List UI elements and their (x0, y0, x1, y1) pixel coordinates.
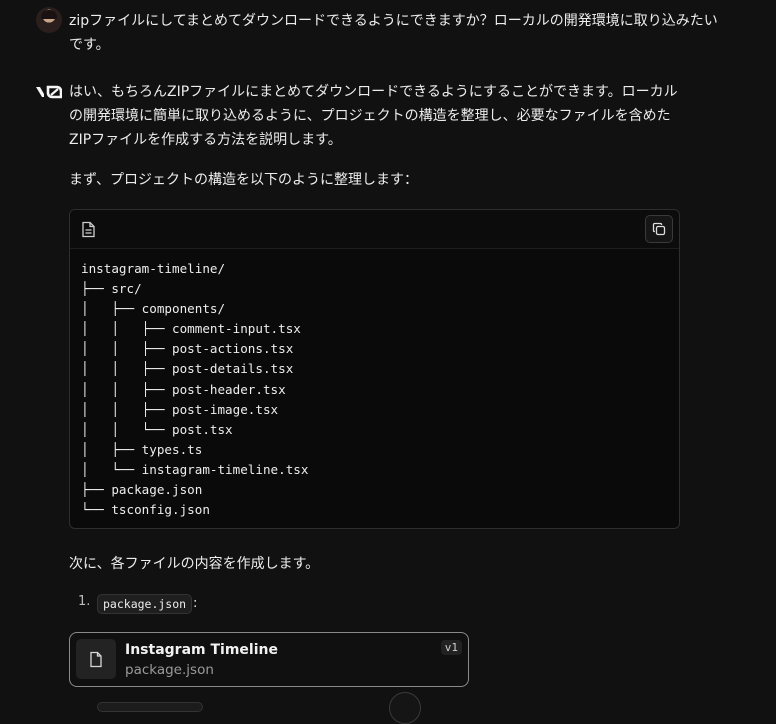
user-message-text: zipファイルにしてまとめてダウンロードできるようにできますか？ローカルの開発環… (69, 13, 718, 53)
code-block-header (70, 210, 679, 249)
list-suffix: : (193, 596, 198, 611)
file-card-icon-box (76, 639, 116, 679)
code-line: ├── src/ (81, 281, 142, 297)
code-line: │ │ ├── post-header.tsx (81, 381, 286, 397)
file-card[interactable]: Instagram Timeline package.json v1 (69, 632, 469, 687)
code-line: instagram-timeline/ (81, 261, 226, 276)
next-step-text: 次に、各ファイルの内容を作成します。 (69, 556, 320, 572)
file-card-subtitle: package.json (125, 662, 214, 678)
code-line: │ ├── types.ts (81, 441, 203, 457)
copy-code-button[interactable] (645, 215, 673, 243)
code-line: │ │ ├── post-image.tsx (81, 401, 279, 417)
code-line: │ │ └── post.tsx (81, 421, 233, 437)
code-line: │ └── instagram-timeline.tsx (81, 461, 309, 477)
file-card-title: Instagram Timeline (125, 642, 278, 658)
file-icon (90, 651, 102, 667)
code-line: │ │ ├── comment-input.tsx (81, 321, 301, 337)
structure-intro-text: まず、プロジェクトの構造を以下のように整理します： (69, 172, 419, 188)
copy-icon (652, 222, 666, 236)
code-line: ├── package.json (81, 482, 203, 498)
code-content: instagram-timeline/ ├── src/ │ ├── compo… (70, 249, 679, 528)
list-number: 1. (78, 594, 91, 609)
code-line: │ │ ├── post-details.tsx (81, 361, 294, 377)
scroll-down-button[interactable] (389, 692, 421, 724)
code-line: └── tsconfig.json (81, 502, 210, 518)
code-block: instagram-timeline/ ├── src/ │ ├── compo… (69, 209, 680, 529)
assistant-intro-text: はい、もちろんZIPファイルにまとめてダウンロードできるようにすることができます… (69, 84, 678, 148)
v0-logo-icon (36, 85, 62, 99)
user-avatar (36, 7, 62, 33)
code-line: │ ├── components/ (81, 301, 226, 317)
inline-code-filename: package.json (97, 594, 193, 614)
next-inline-code-partial (97, 702, 203, 712)
version-badge: v1 (440, 640, 462, 655)
document-icon (82, 221, 95, 238)
code-line: │ │ ├── post-actions.tsx (81, 341, 294, 357)
